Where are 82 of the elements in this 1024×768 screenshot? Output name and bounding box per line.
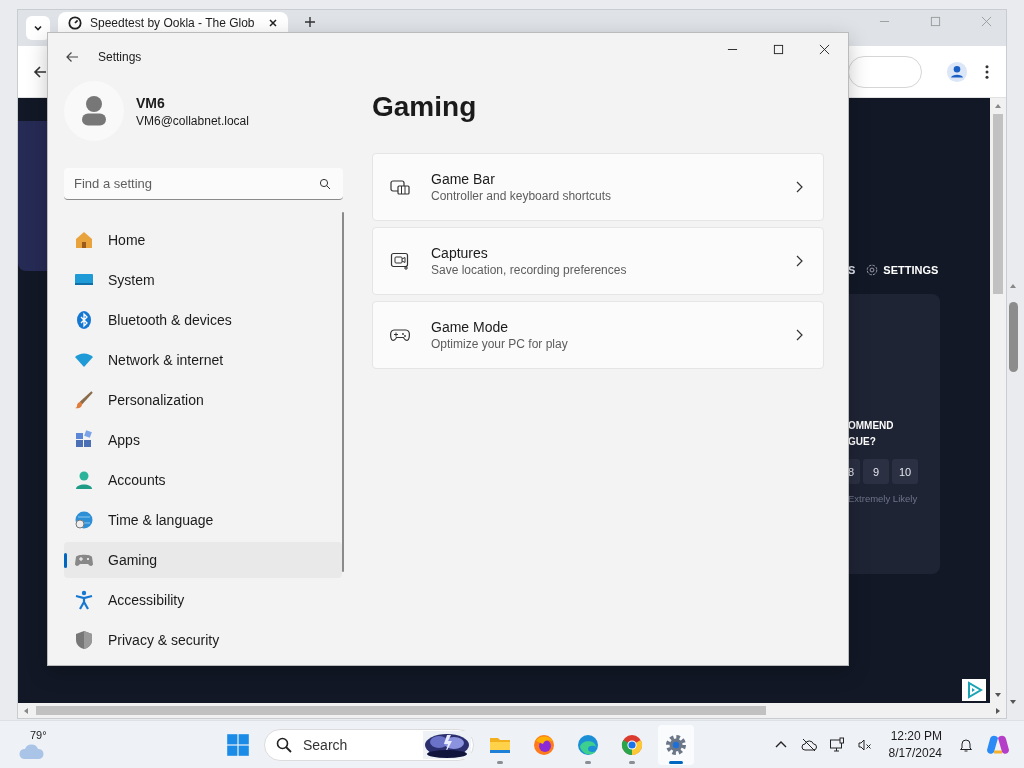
ad-choices-icon[interactable] (962, 679, 986, 701)
nav-link[interactable]: S (848, 264, 856, 276)
person-icon (74, 470, 94, 490)
survey-question: OMMEND (848, 419, 895, 433)
card-subtitle: Save location, recording preferences (431, 263, 628, 277)
chevron-right-icon (795, 255, 803, 267)
brush-icon (74, 390, 94, 410)
house-icon (74, 230, 94, 250)
nav-item[interactable]: Accounts (64, 462, 342, 498)
new-tab-icon[interactable] (304, 16, 316, 28)
chevron-down-icon[interactable] (26, 16, 50, 40)
avatar-icon (64, 81, 124, 141)
gear-icon (664, 733, 688, 757)
profile-icon[interactable] (946, 60, 968, 83)
rating-button[interactable]: 10 (892, 459, 918, 484)
wave-logo-icon (576, 733, 600, 757)
search-icon (319, 178, 331, 190)
scroll-up-icon[interactable] (1009, 282, 1017, 290)
card-subtitle: Controller and keyboard shortcuts (431, 189, 613, 203)
temperature[interactable]: 79° (30, 729, 47, 741)
nav-item[interactable]: System (64, 262, 342, 298)
clock-date[interactable]: 8/17/2024 (888, 745, 942, 762)
speedometer-icon (68, 15, 82, 30)
settings-card[interactable]: Captures Save location, recording preferences (372, 227, 824, 295)
accessibility-icon (74, 590, 94, 610)
camera-capture-icon (390, 251, 410, 271)
search-icon (276, 737, 292, 753)
card-title: Game Bar (431, 171, 496, 187)
bluetooth-icon (74, 310, 94, 330)
scroll-thumb[interactable] (36, 706, 766, 715)
maximize-icon[interactable] (773, 43, 784, 55)
scroll-up-icon[interactable] (994, 102, 1002, 110)
search-field[interactable]: Find a setting (64, 168, 343, 200)
close-icon[interactable] (268, 17, 278, 28)
settings-card[interactable]: Game Bar Controller and keyboard shortcuts (372, 153, 824, 221)
nav-item[interactable]: Bluetooth & devices (64, 302, 342, 338)
back-arrow-icon[interactable] (32, 63, 48, 80)
nav-item[interactable]: Gaming (64, 542, 342, 578)
screens-icon (390, 177, 410, 197)
close-icon[interactable] (819, 43, 830, 55)
nav-item[interactable]: Home (64, 222, 342, 258)
user-email: VM6@collabnet.local (136, 113, 249, 128)
monitor-icon[interactable] (828, 737, 845, 753)
survey-question: GUE? (848, 435, 877, 449)
gear-icon (865, 263, 880, 277)
menu-icon[interactable] (984, 63, 990, 80)
card-subtitle: Optimize your PC for play (431, 337, 569, 351)
card-title: Game Mode (431, 319, 510, 335)
scroll-thumb[interactable] (993, 114, 1003, 294)
clock-time[interactable]: 12:20 PM (890, 728, 942, 745)
browser-tab[interactable]: Speedtest by Ookla - The Glob (58, 12, 288, 33)
scroll-right-icon[interactable] (994, 706, 1002, 715)
card-title: Captures (431, 245, 489, 261)
shield-icon (74, 630, 94, 650)
settings-card[interactable]: Game Mode Optimize your PC for play (372, 301, 824, 369)
page-title: Gaming (372, 91, 478, 124)
bell-icon[interactable] (958, 737, 974, 753)
speaker-muted-icon[interactable] (856, 737, 873, 753)
nav-item[interactable]: Time & language (64, 502, 342, 538)
scrollbar[interactable] (990, 98, 1006, 703)
fox-globe-icon (532, 733, 556, 757)
window-title: Settings (98, 50, 142, 64)
chevron-right-icon (795, 181, 803, 193)
nav-item[interactable]: Accessibility (64, 582, 342, 618)
taskbar-app[interactable] (658, 725, 694, 765)
globe-clock-icon (74, 510, 94, 530)
rating-button[interactable]: 9 (863, 459, 889, 484)
chevron-right-icon (795, 329, 803, 341)
tab-title: Speedtest by Ookla - The Glob (90, 15, 256, 30)
nav-item[interactable]: Network & internet (64, 342, 342, 378)
apps-icon (74, 430, 94, 450)
cloud-off-icon[interactable] (800, 737, 817, 753)
scroll-thumb[interactable] (1008, 302, 1018, 372)
scale-label: Extremely Likely (848, 493, 919, 504)
scrollbar[interactable] (342, 212, 344, 572)
scroll-left-icon[interactable] (22, 706, 30, 715)
nav-item[interactable]: Personalization (64, 382, 342, 418)
scrollbar[interactable] (18, 703, 1006, 718)
user-name: VM6 (136, 94, 166, 111)
nav-item[interactable]: Apps (64, 422, 342, 458)
nav-item[interactable]: Privacy & security (64, 622, 342, 658)
settings-link[interactable]: SETTINGS (865, 263, 939, 277)
